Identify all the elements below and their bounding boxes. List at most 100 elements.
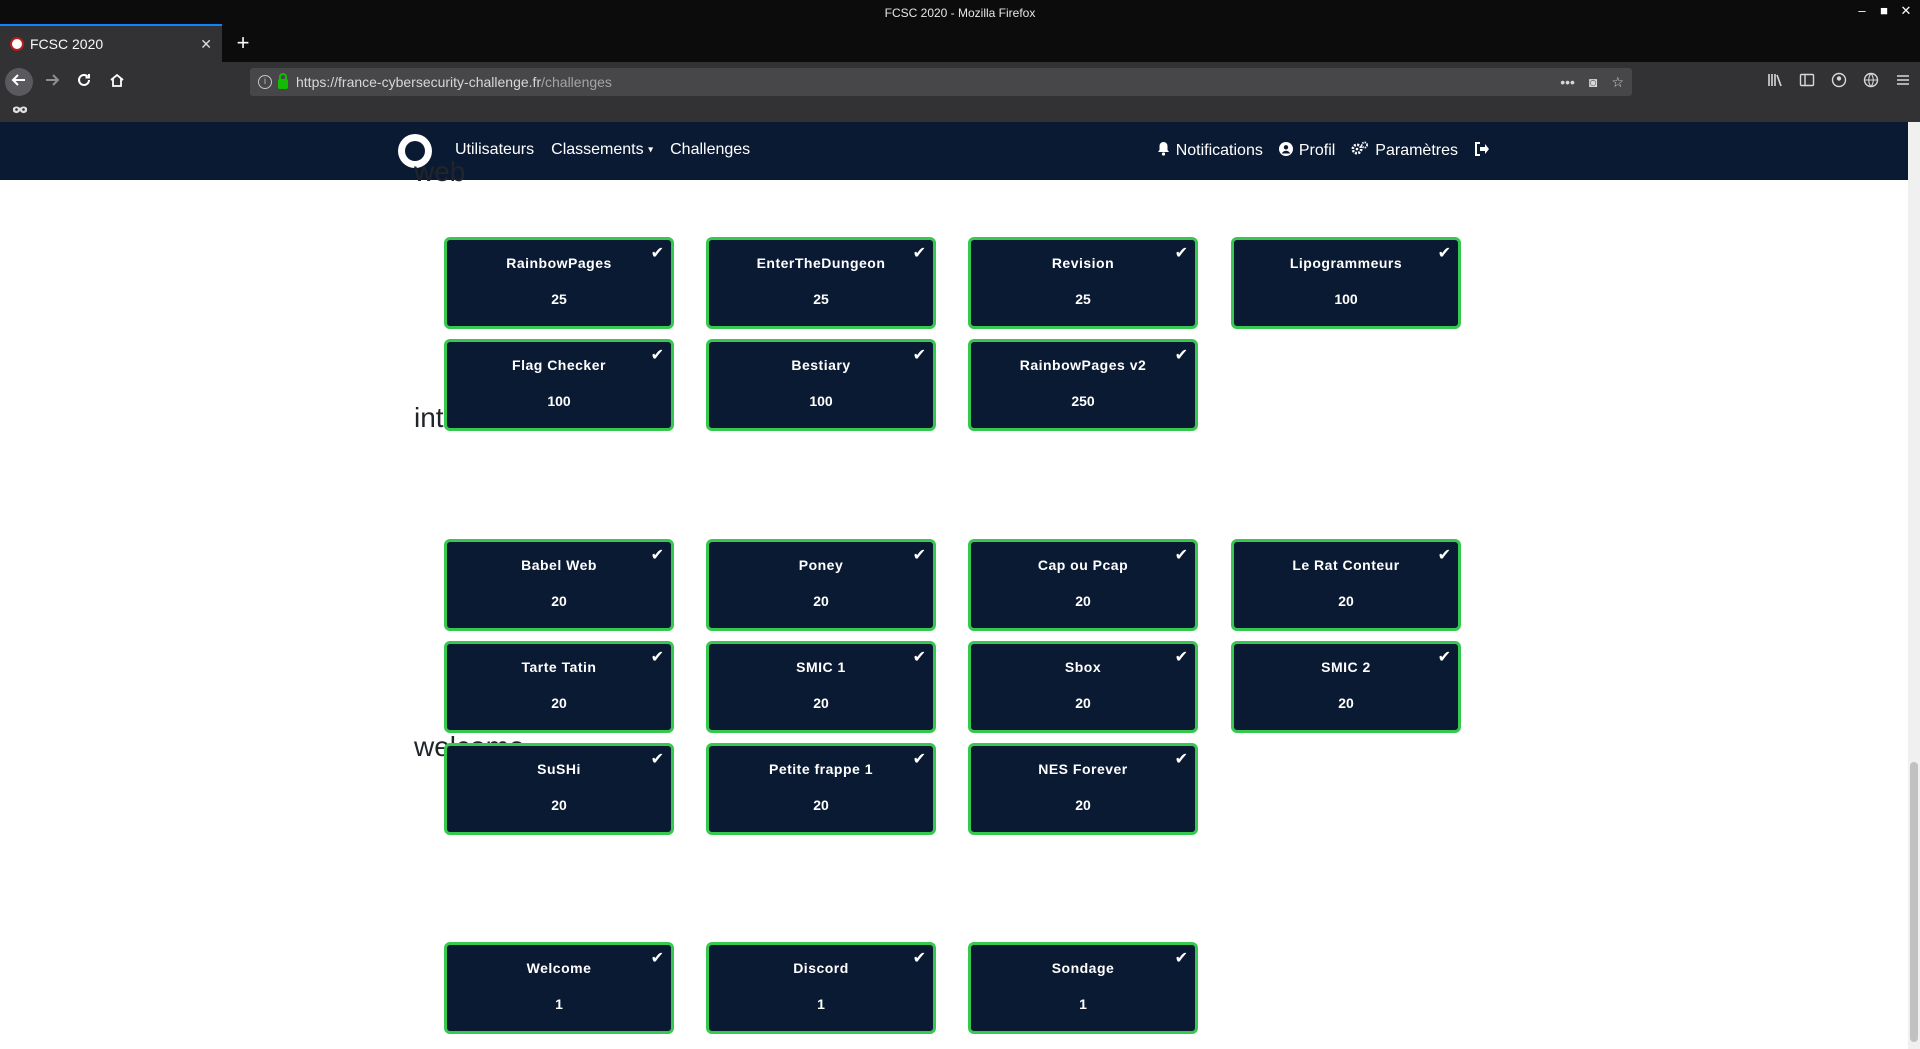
challenge-points: 20 (551, 797, 567, 813)
challenge-name: NES Forever (1038, 761, 1128, 777)
challenge-card[interactable]: ✔ Babel Web 20 (444, 539, 674, 631)
minimize-icon[interactable]: – (1856, 3, 1868, 19)
nav-utilisateurs[interactable]: Utilisateurs (455, 141, 534, 159)
challenge-name: Sbox (1064, 659, 1102, 675)
new-tab-button[interactable]: + (230, 30, 256, 56)
sidebar-icon[interactable] (1798, 72, 1816, 91)
challenge-points: 20 (813, 593, 829, 609)
pocket-icon[interactable]: ◙ (1589, 74, 1597, 91)
challenge-card[interactable]: ✔ Cap ou Pcap 20 (968, 539, 1198, 631)
challenge-name: Cap ou Pcap (1037, 557, 1129, 573)
tab-label: FCSC 2020 (30, 36, 104, 52)
url-host: https://france-cybersecurity-challenge.f… (296, 74, 542, 90)
challenge-points: 20 (551, 593, 567, 609)
private-mask-icon (12, 104, 28, 119)
challenge-card[interactable]: ✔ Petite frappe 1 20 (706, 743, 936, 835)
challenge-card[interactable]: ✔ Le Rat Conteur 20 (1231, 539, 1461, 631)
nav-notifications-label: Notifications (1175, 141, 1263, 159)
challenge-points: 25 (1075, 291, 1091, 307)
challenge-name: Babel Web (521, 557, 597, 573)
challenge-name: Bestiary (791, 357, 851, 373)
bell-icon (1157, 141, 1170, 160)
nav-notifications[interactable]: Notifications (1157, 141, 1263, 160)
nav-profile[interactable]: Profil (1278, 141, 1335, 160)
challenge-name: Sondage (1051, 960, 1115, 976)
challenge-points: 20 (813, 797, 829, 813)
challenge-card[interactable]: ✔ SMIC 1 20 (706, 641, 936, 733)
challenge-points: 1 (1079, 996, 1087, 1012)
challenge-name: SMIC 1 (796, 659, 846, 675)
url-actions: ••• ◙ ☆ (1560, 74, 1624, 91)
challenge-card[interactable]: ✔ Tarte Tatin 20 (444, 641, 674, 733)
forward-button[interactable] (38, 68, 66, 96)
challenge-points: 20 (1075, 695, 1091, 711)
library-icon[interactable] (1766, 72, 1784, 91)
challenge-name: Welcome (526, 960, 592, 976)
reload-button[interactable] (70, 68, 98, 96)
challenge-name: RainbowPages (506, 255, 612, 271)
challenge-name: SuSHi (537, 761, 581, 777)
account-icon[interactable] (1830, 72, 1848, 91)
challenge-name: Lipogrammeurs (1289, 255, 1403, 271)
arrow-left-icon (11, 74, 25, 86)
nav-challenges[interactable]: Challenges (670, 141, 750, 159)
challenge-name: SMIC 2 (1321, 659, 1371, 675)
cogs-icon (1351, 141, 1369, 160)
challenge-points: 20 (813, 695, 829, 711)
scrollbar-thumb[interactable] (1910, 762, 1918, 1042)
bookmarks-toolbar (0, 102, 1920, 122)
challenge-card[interactable]: ✔ Sbox 20 (968, 641, 1198, 733)
window-title: FCSC 2020 - Mozilla Firefox (884, 6, 1036, 20)
window-titlebar: FCSC 2020 - Mozilla Firefox – ■ ✕ (0, 0, 1920, 24)
bookmark-star-icon[interactable]: ☆ (1611, 74, 1624, 91)
site-navbar: Utilisateurs Classements ▾ Challenges No… (0, 122, 1908, 180)
challenge-card[interactable]: ✔ RainbowPages 25 (444, 237, 674, 329)
challenge-card[interactable]: ✔ SMIC 2 20 (1231, 641, 1461, 733)
lock-icon[interactable] (278, 72, 288, 89)
challenge-card[interactable]: ✔ Discord 1 (706, 942, 936, 1034)
url-path: /challenges (541, 74, 612, 90)
user-circle-icon (1278, 141, 1293, 160)
challenge-name: Tarte Tatin (521, 659, 597, 675)
back-button[interactable] (5, 68, 33, 96)
home-button[interactable] (103, 68, 131, 96)
challenge-points: 25 (551, 291, 567, 307)
challenge-name: Le Rat Conteur (1292, 557, 1400, 573)
logout-button[interactable] (1474, 141, 1490, 160)
challenge-points: 20 (1338, 593, 1354, 609)
nav-settings[interactable]: Paramètres (1351, 141, 1458, 160)
challenge-card[interactable]: ✔ Revision 25 (968, 237, 1198, 329)
challenge-card[interactable]: ✔ Flag Checker 100 (444, 339, 674, 431)
challenge-points: 100 (809, 393, 833, 409)
challenge-points: 100 (1334, 291, 1358, 307)
challenge-card[interactable]: ✔ Lipogrammeurs 100 (1231, 237, 1461, 329)
nav-settings-label: Paramètres (1375, 141, 1458, 159)
challenge-points: 1 (555, 996, 563, 1012)
page-viewport: Utilisateurs Classements ▾ Challenges No… (0, 122, 1920, 1049)
challenge-card[interactable]: ✔ RainbowPages v2 250 (968, 339, 1198, 431)
challenge-card[interactable]: ✔ Welcome 1 (444, 942, 674, 1034)
browser-toolbar: i https://france-cybersecurity-challenge… (0, 62, 1920, 102)
challenge-card[interactable]: ✔ SuSHi 20 (444, 743, 674, 835)
challenge-name: RainbowPages v2 (1019, 357, 1147, 373)
maximize-icon[interactable]: ■ (1878, 3, 1890, 19)
challenge-name: Flag Checker (512, 357, 606, 373)
url-bar[interactable]: i https://france-cybersecurity-challenge… (250, 68, 1632, 96)
nav-classements[interactable]: Classements ▾ (551, 141, 653, 159)
challenge-card[interactable]: ✔ Sondage 1 (968, 942, 1198, 1034)
challenge-card[interactable]: ✔ NES Forever 20 (968, 743, 1198, 835)
menu-icon[interactable] (1894, 72, 1912, 91)
challenge-card[interactable]: ✔ Bestiary 100 (706, 339, 936, 431)
challenge-card[interactable]: ✔ Poney 20 (706, 539, 936, 631)
tab-fcsc[interactable]: FCSC 2020 ✕ (0, 24, 222, 62)
close-tab-icon[interactable]: ✕ (200, 36, 212, 53)
page-scrollbar[interactable] (1908, 122, 1920, 1049)
info-icon[interactable]: i (258, 75, 272, 89)
globe-icon[interactable] (1862, 72, 1880, 91)
page-actions-icon[interactable]: ••• (1560, 74, 1575, 91)
challenge-card[interactable]: ✔ EnterTheDungeon 25 (706, 237, 936, 329)
close-window-icon[interactable]: ✕ (1900, 3, 1912, 19)
window-controls: – ■ ✕ (1856, 3, 1912, 19)
challenge-points: 20 (551, 695, 567, 711)
home-icon (110, 73, 124, 87)
